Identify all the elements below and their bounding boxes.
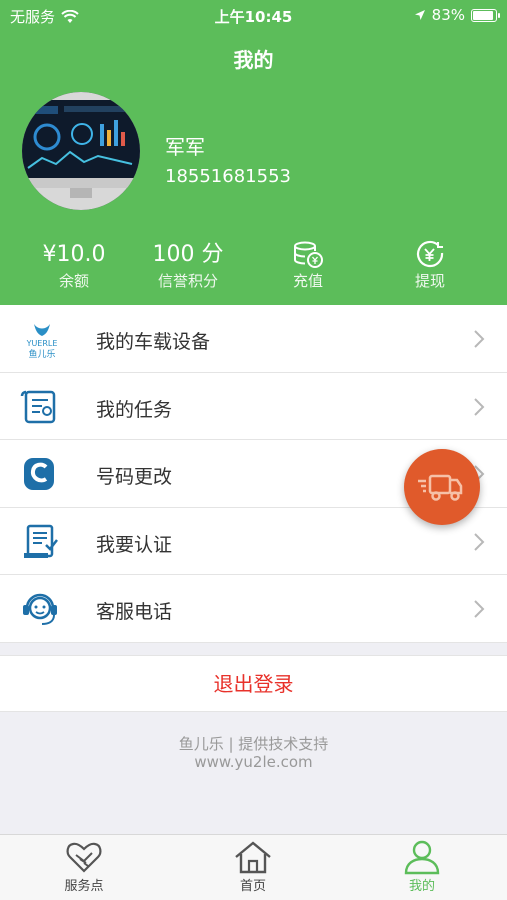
delivery-truck-icon bbox=[418, 474, 463, 501]
tab-label-home: 首页 bbox=[239, 879, 266, 894]
profile-header: 无服务 上午10:45 83% 我的 军军 18551681553 ¥10.0 … bbox=[0, 0, 507, 305]
balance-label: 余额 bbox=[58, 272, 89, 290]
menu-label-change-number: 号码更改 bbox=[96, 466, 173, 488]
menu-label-my-tasks: 我的任务 bbox=[96, 398, 173, 421]
withdraw-yen-icon bbox=[370, 240, 490, 270]
yuerle-logo-icon: YUERLE 鱼儿乐 bbox=[20, 320, 60, 360]
menu-label-customer-service: 客服电话 bbox=[96, 601, 173, 623]
footer-website[interactable]: www.yu2le.com bbox=[0, 753, 507, 771]
tab-home[interactable]: 首页 bbox=[203, 839, 303, 894]
tab-mine[interactable]: 我的 bbox=[372, 839, 472, 894]
account-stats: ¥10.0 余额 100 分 信誉积分 充值 提现 bbox=[0, 240, 507, 300]
menu-label-vehicle-devices: 我的车载设备 bbox=[96, 331, 211, 353]
task-scroll-icon bbox=[20, 388, 60, 426]
withdraw-button[interactable]: 提现 bbox=[370, 240, 490, 291]
tab-label-service-points: 服务点 bbox=[64, 879, 104, 894]
location-arrow-icon bbox=[414, 10, 425, 20]
avatar[interactable] bbox=[22, 92, 140, 210]
page-title: 我的 bbox=[233, 48, 274, 72]
handshake-icon bbox=[66, 842, 102, 873]
balance-stat[interactable]: ¥10.0 余额 bbox=[14, 240, 134, 291]
recharge-button[interactable]: 充值 bbox=[248, 240, 368, 291]
tab-bar: 服务点 首页 我的 bbox=[0, 834, 507, 900]
footer-credit: 鱼儿乐 | 提供技术支持 bbox=[178, 735, 329, 753]
database-coin-icon bbox=[248, 240, 368, 270]
logo-subtext: 鱼儿乐 bbox=[28, 348, 55, 360]
credit-score-label: 信誉积分 bbox=[157, 272, 218, 290]
logo-text: YUERLE bbox=[26, 339, 58, 348]
menu-label-verification: 我要认证 bbox=[96, 533, 173, 556]
user-phone: 18551681553 bbox=[165, 166, 291, 187]
user-icon bbox=[404, 840, 440, 875]
chevron-right-icon bbox=[474, 397, 485, 416]
headset-icon bbox=[20, 590, 60, 628]
credit-score-stat[interactable]: 100 分 信誉积分 bbox=[128, 240, 248, 291]
menu-item-vehicle-devices[interactable]: YUERLE 鱼儿乐 我的车载设备 bbox=[0, 305, 507, 373]
battery-percent: 83% bbox=[431, 6, 465, 24]
user-name: 军军 bbox=[165, 135, 205, 159]
chevron-right-icon bbox=[474, 330, 485, 348]
balance-value: ¥10.0 bbox=[42, 242, 106, 267]
phone-change-icon bbox=[20, 455, 60, 493]
credit-score-value: 100 分 bbox=[152, 242, 224, 267]
logout-button[interactable]: 退出登录 bbox=[0, 655, 507, 712]
certificate-icon bbox=[20, 523, 60, 561]
chevron-right-icon bbox=[474, 600, 485, 618]
menu-item-customer-service[interactable]: 客服电话 bbox=[0, 575, 507, 643]
battery-icon bbox=[471, 8, 500, 22]
home-icon bbox=[235, 841, 271, 874]
tab-label-mine: 我的 bbox=[408, 879, 435, 894]
menu-item-my-tasks[interactable]: 我的任务 bbox=[0, 373, 507, 440]
withdraw-label: 提现 bbox=[414, 272, 445, 290]
recharge-label: 充值 bbox=[292, 272, 323, 290]
tab-service-points[interactable]: 服务点 bbox=[34, 839, 134, 894]
chevron-right-icon bbox=[474, 532, 485, 551]
floating-delivery-button[interactable] bbox=[404, 449, 480, 525]
status-bar: 无服务 上午10:45 83% bbox=[0, 0, 507, 30]
